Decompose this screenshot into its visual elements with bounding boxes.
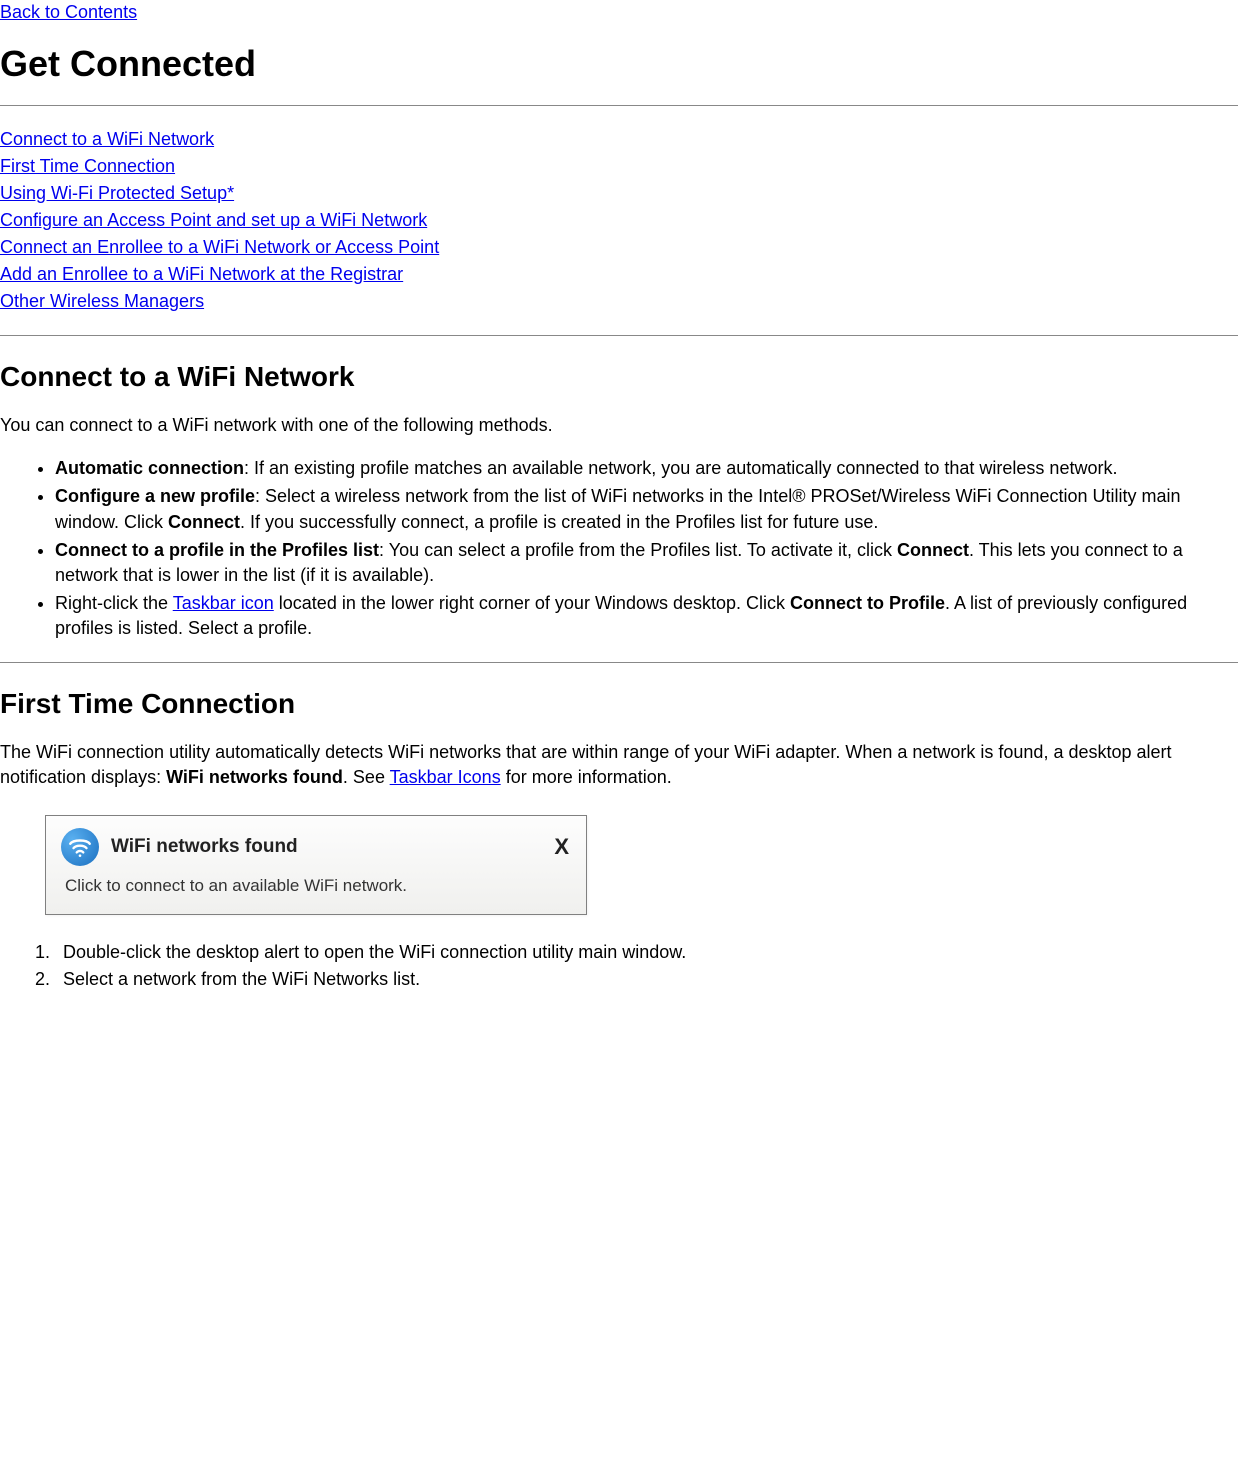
notification-title-row: WiFi networks found — [61, 828, 298, 866]
toc-link-other-managers[interactable]: Other Wireless Managers — [0, 288, 204, 315]
toc-link-add-enrollee[interactable]: Add an Enrollee to a WiFi Network at the… — [0, 261, 403, 288]
section-intro: The WiFi connection utility automaticall… — [0, 740, 1238, 790]
method-text: Right-click the — [55, 593, 173, 613]
list-item: Configure a new profile: Select a wirele… — [55, 484, 1238, 534]
list-item: Automatic connection: If an existing pro… — [55, 456, 1238, 481]
toc-link-wps[interactable]: Using Wi-Fi Protected Setup* — [0, 180, 234, 207]
close-icon[interactable]: X — [554, 834, 571, 860]
method-text: . If you successfully connect, a profile… — [240, 512, 878, 532]
taskbar-icons-link[interactable]: Taskbar Icons — [390, 767, 501, 787]
step-item: Select a network from the WiFi Networks … — [55, 967, 1238, 992]
divider — [0, 335, 1238, 336]
intro-text: for more information. — [501, 767, 672, 787]
toc-link-connect-wifi[interactable]: Connect to a WiFi Network — [0, 126, 214, 153]
divider — [0, 105, 1238, 106]
intro-text: . See — [343, 767, 390, 787]
methods-list: Automatic connection: If an existing pro… — [0, 456, 1238, 641]
taskbar-icon-link[interactable]: Taskbar icon — [173, 593, 274, 613]
divider — [0, 662, 1238, 663]
notification-title: WiFi networks found — [111, 836, 298, 858]
list-item: Right-click the Taskbar icon located in … — [55, 591, 1238, 641]
ui-label: Connect — [897, 540, 969, 560]
step-item: Double-click the desktop alert to open t… — [55, 940, 1238, 965]
steps-list: Double-click the desktop alert to open t… — [0, 940, 1238, 992]
method-text: : If an existing profile matches an avai… — [244, 458, 1117, 478]
ui-label: Connect — [168, 512, 240, 532]
notification-body: Click to connect to an available WiFi ne… — [65, 876, 571, 896]
back-to-contents-link[interactable]: Back to Contents — [0, 2, 137, 22]
section-intro: You can connect to a WiFi network with o… — [0, 413, 1238, 438]
wifi-notification-toast: WiFi networks found X Click to connect t… — [45, 815, 587, 915]
toc-link-configure-ap[interactable]: Configure an Access Point and set up a W… — [0, 207, 427, 234]
method-text: located in the lower right corner of you… — [274, 593, 790, 613]
page-title: Get Connected — [0, 43, 1238, 85]
table-of-contents: Connect to a WiFi Network First Time Con… — [0, 126, 1238, 315]
section-heading-connect: Connect to a WiFi Network — [0, 361, 1238, 393]
method-text: : You can select a profile from the Prof… — [379, 540, 897, 560]
method-name: Connect to a profile in the Profiles lis… — [55, 540, 379, 560]
toc-link-first-time[interactable]: First Time Connection — [0, 153, 175, 180]
alert-name: WiFi networks found — [166, 767, 343, 787]
toc-link-connect-enrollee[interactable]: Connect an Enrollee to a WiFi Network or… — [0, 234, 439, 261]
wifi-icon — [61, 828, 99, 866]
ui-label: Connect to Profile — [790, 593, 945, 613]
section-heading-first-time: First Time Connection — [0, 688, 1238, 720]
method-name: Configure a new profile — [55, 486, 255, 506]
list-item: Connect to a profile in the Profiles lis… — [55, 538, 1238, 588]
method-name: Automatic connection — [55, 458, 244, 478]
notification-header: WiFi networks found X — [61, 828, 571, 866]
